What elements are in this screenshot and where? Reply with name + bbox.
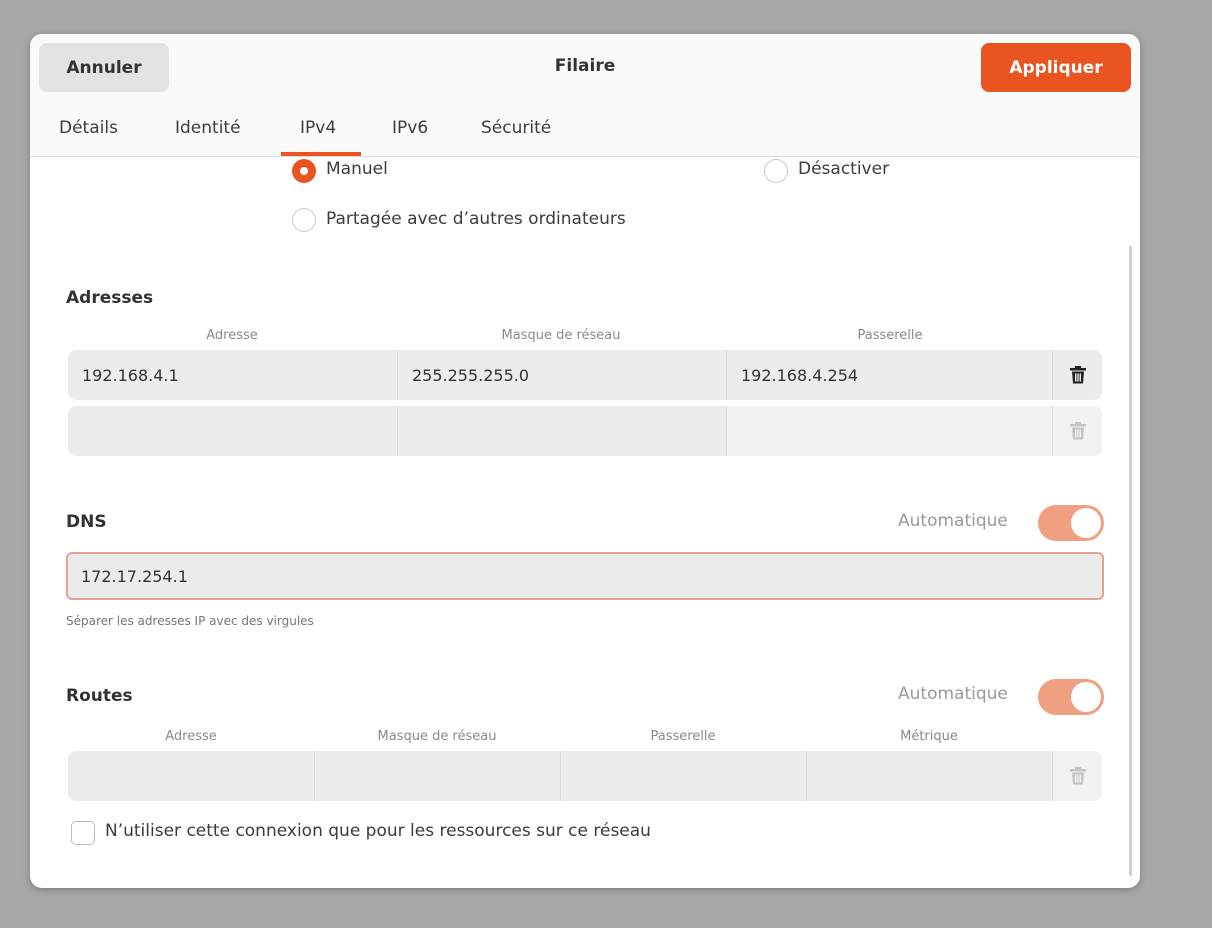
- tab-ipv4[interactable]: IPv4: [300, 118, 336, 138]
- delete-route-button-disabled: [1052, 751, 1102, 801]
- delete-address-button-disabled: [1052, 406, 1102, 456]
- netmask-input[interactable]: 255.255.255.0: [397, 350, 726, 400]
- radio-disable[interactable]: [764, 159, 788, 183]
- apply-button[interactable]: Appliquer: [981, 43, 1131, 92]
- tab-identity[interactable]: Identité: [175, 118, 241, 138]
- dialog-title: Filaire: [554, 56, 616, 76]
- dns-title: DNS: [66, 512, 107, 532]
- wired-settings-dialog: Annuler Filaire Appliquer Détails Identi…: [30, 34, 1140, 888]
- route-gateway-input[interactable]: [560, 751, 806, 801]
- radio-shared-label: Partagée avec d’autres ordinateurs: [326, 209, 626, 229]
- radio-manual-label: Manuel: [326, 159, 388, 179]
- address-row: 192.168.4.1 255.255.255.0 192.168.4.254: [68, 350, 1102, 400]
- only-local-checkbox[interactable]: [71, 821, 95, 845]
- col-address: Adresse: [206, 328, 258, 343]
- gateway-input-empty[interactable]: [726, 406, 1052, 456]
- col-gateway: Passerelle: [857, 328, 923, 343]
- delete-address-button[interactable]: [1052, 350, 1102, 400]
- routes-auto-label: Automatique: [898, 684, 1008, 704]
- tab-security[interactable]: Sécurité: [481, 118, 551, 138]
- route-col-netmask: Masque de réseau: [377, 729, 497, 744]
- tab-details[interactable]: Détails: [59, 118, 118, 138]
- gateway-input[interactable]: 192.168.4.254: [726, 350, 1052, 400]
- dns-hint: Séparer les adresses IP avec des virgule…: [66, 614, 314, 628]
- address-input-empty[interactable]: [68, 406, 397, 456]
- netmask-input-empty[interactable]: [397, 406, 726, 456]
- route-address-input[interactable]: [68, 751, 314, 801]
- dns-auto-switch[interactable]: [1038, 505, 1104, 541]
- route-col-metric: Métrique: [900, 729, 958, 744]
- radio-disable-label: Désactiver: [798, 159, 890, 179]
- trash-icon: [1069, 767, 1086, 785]
- route-row-empty: [68, 751, 1102, 801]
- address-input[interactable]: 192.168.4.1: [68, 350, 397, 400]
- radio-shared[interactable]: [292, 208, 316, 232]
- header-bar: Annuler Filaire Appliquer Détails Identi…: [30, 34, 1140, 157]
- active-tab-indicator: [281, 152, 361, 156]
- dns-auto-label: Automatique: [898, 511, 1008, 531]
- scrollbar[interactable]: [1129, 246, 1132, 876]
- route-col-gateway: Passerelle: [650, 729, 716, 744]
- routes-title: Routes: [66, 686, 133, 706]
- dns-input[interactable]: 172.17.254.1: [66, 552, 1104, 600]
- trash-icon: [1069, 422, 1086, 440]
- col-netmask: Masque de réseau: [501, 328, 621, 343]
- only-local-label: N’utiliser cette connexion que pour les …: [105, 821, 651, 841]
- route-netmask-input[interactable]: [314, 751, 560, 801]
- radio-manual[interactable]: [292, 159, 316, 183]
- switch-knob: [1071, 508, 1101, 538]
- route-metric-input[interactable]: [806, 751, 1052, 801]
- addresses-title: Adresses: [66, 288, 154, 308]
- routes-auto-switch[interactable]: [1038, 679, 1104, 715]
- trash-icon: [1069, 366, 1086, 384]
- route-col-address: Adresse: [165, 729, 217, 744]
- address-row-empty: [68, 406, 1102, 456]
- tab-ipv6[interactable]: IPv6: [392, 118, 428, 138]
- switch-knob: [1071, 682, 1101, 712]
